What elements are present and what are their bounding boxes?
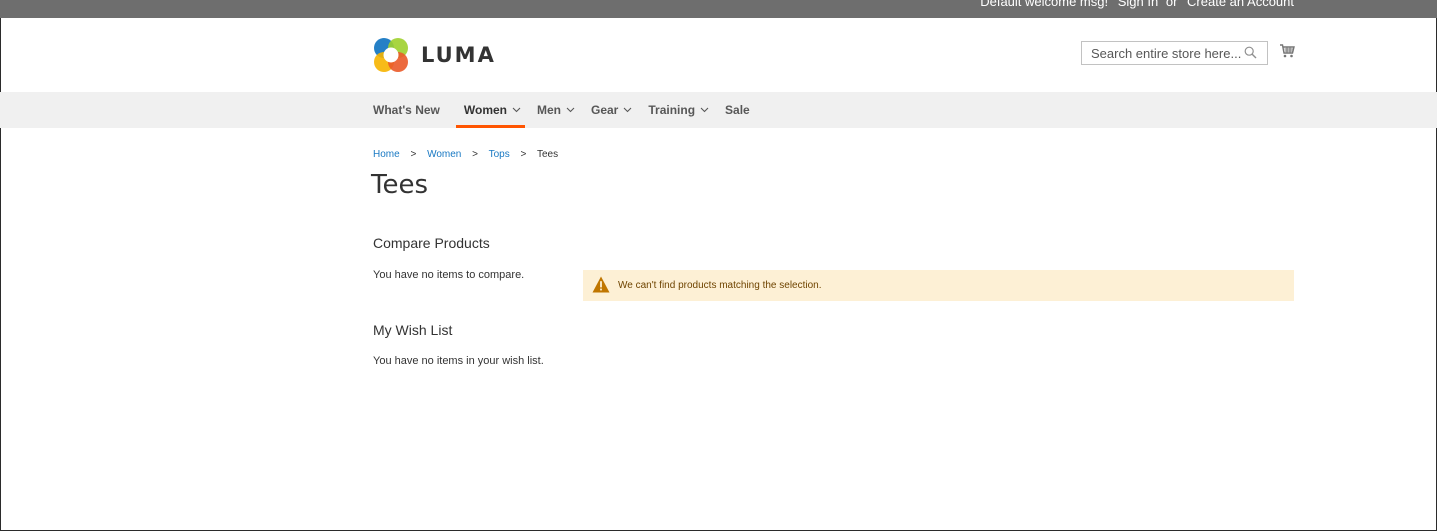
nav-label: What's New	[373, 103, 440, 117]
chevron-down-icon	[700, 107, 709, 113]
compare-empty-text: You have no items to compare.	[373, 269, 525, 281]
message-text: We can't find products matching the sele…	[618, 280, 822, 291]
create-account-link[interactable]: Create an Account	[1187, 0, 1294, 9]
nav-item-women[interactable]: Women	[455, 92, 526, 128]
cart-icon[interactable]	[1279, 43, 1295, 59]
main-nav: What's New Women Men Gear Training Sale	[0, 92, 1437, 128]
page-frame	[0, 0, 1437, 531]
search-box	[1081, 41, 1268, 65]
wishlist-title: My Wish List	[373, 322, 453, 338]
nav-label: Gear	[591, 103, 619, 117]
breadcrumb: Home > Women > Tops > Tees	[373, 149, 558, 160]
search-input[interactable]	[1082, 45, 1251, 61]
chevron-down-icon	[566, 107, 575, 113]
compare-products-title: Compare Products	[373, 235, 490, 251]
nav-label: Training	[648, 103, 696, 117]
chevron-down-icon	[623, 107, 632, 113]
luma-logo-icon	[374, 38, 408, 72]
nav-item-training[interactable]: Training	[648, 92, 709, 128]
search-icon[interactable]	[1244, 46, 1257, 59]
no-products-message: We can't find products matching the sele…	[583, 270, 1294, 301]
nav-item-whats-new[interactable]: What's New	[373, 92, 440, 128]
nav-item-sale[interactable]: Sale	[725, 92, 750, 128]
breadcrumb-separator: >	[410, 149, 417, 160]
page-title: Tees	[371, 170, 429, 200]
wishlist-empty-text: You have no items in your wish list.	[373, 355, 544, 367]
nav-label: Men	[537, 103, 561, 117]
chevron-down-icon	[512, 107, 521, 113]
nav-item-gear[interactable]: Gear	[591, 92, 632, 128]
breadcrumb-current: Tees	[536, 149, 559, 160]
warning-icon	[592, 276, 610, 293]
nav-item-men[interactable]: Men	[537, 92, 575, 128]
breadcrumb-women[interactable]: Women	[427, 149, 461, 160]
breadcrumb-tops[interactable]: Tops	[489, 149, 510, 160]
breadcrumb-separator: >	[520, 149, 527, 160]
panel-links: Default welcome msg! Sign In or Create a…	[974, 0, 1294, 9]
logo-text: LUMA	[421, 43, 496, 67]
breadcrumb-home[interactable]: Home	[373, 149, 400, 160]
welcome-message: Default welcome msg!	[980, 0, 1109, 9]
logo[interactable]: LUMA	[373, 36, 496, 74]
panel-header: Default welcome msg! Sign In or Create a…	[0, 0, 1437, 18]
nav-label: Sale	[725, 103, 750, 117]
nav-label: Women	[463, 103, 507, 117]
sign-in-link[interactable]: Sign In	[1118, 0, 1158, 9]
breadcrumb-separator: >	[472, 149, 478, 160]
or-text: or	[1165, 0, 1178, 9]
